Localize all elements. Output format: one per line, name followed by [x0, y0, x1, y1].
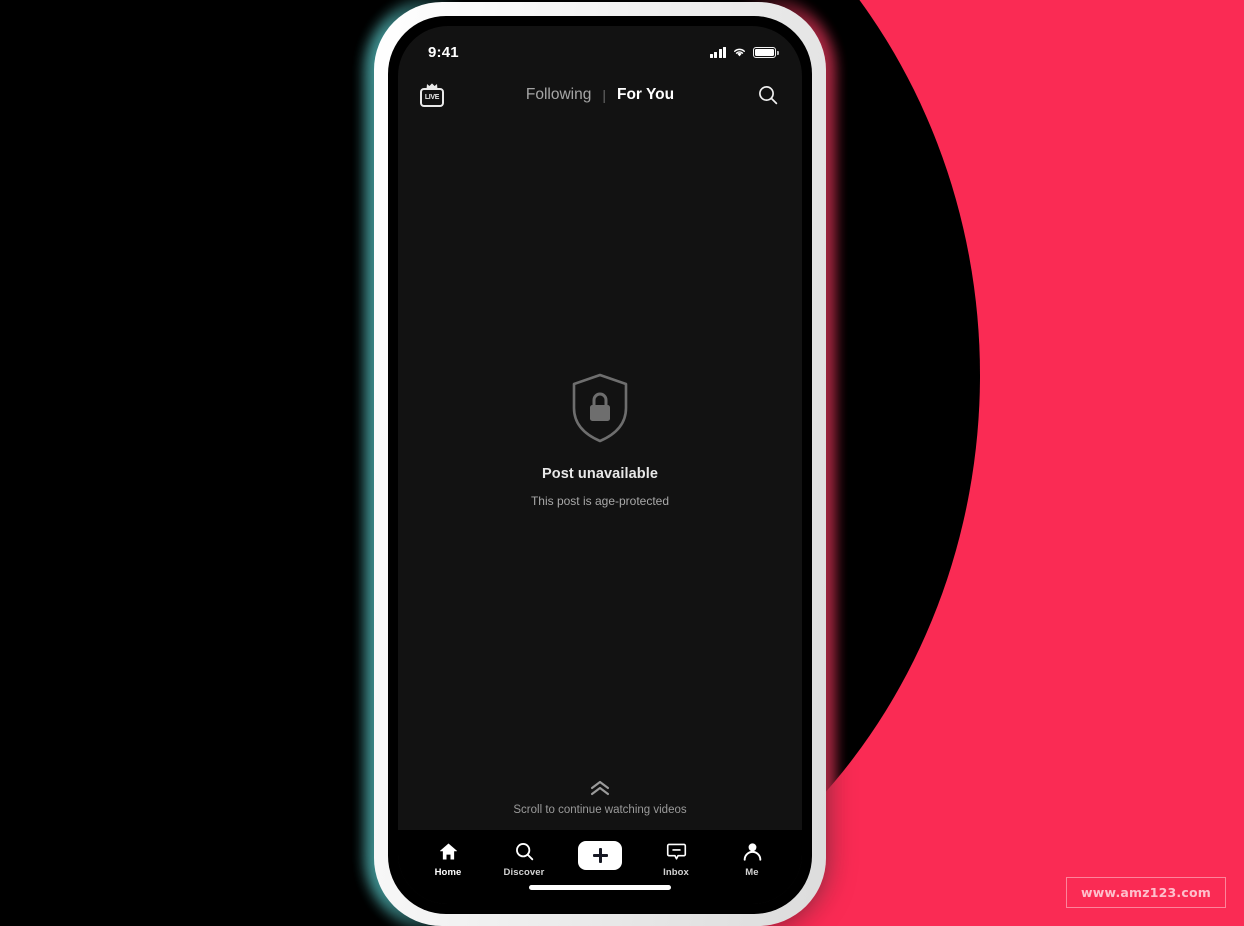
wifi-icon: [734, 48, 745, 57]
bottom-navigation-bar: Home Discover Inbox Me: [398, 830, 802, 904]
nav-label-discover: Discover: [503, 867, 545, 878]
battery-full-icon: [753, 46, 779, 58]
shield-lock-icon: [572, 373, 628, 443]
feed-tabs: Following | For You: [526, 86, 674, 104]
create-plus-icon[interactable]: [574, 841, 626, 870]
scroll-hint-label: Scroll to continue watching videos: [513, 804, 687, 816]
cellular-signal-icon: [709, 46, 726, 58]
nav-item-me[interactable]: Me: [720, 840, 784, 878]
post-unavailable-block: Post unavailable This post is age-protec…: [398, 372, 802, 508]
home-icon: [438, 840, 459, 862]
live-badge-label: LIVE: [424, 94, 440, 101]
tab-for-you[interactable]: For You: [617, 86, 674, 104]
post-unavailable-title: Post unavailable: [541, 466, 659, 482]
screenshot-canvas: 9:41 LIVE Following | For You Post unava…: [0, 0, 1244, 926]
watermark: www.amz123.com: [1066, 877, 1226, 908]
app-header: LIVE Following | For You: [398, 70, 802, 120]
nav-label-home: Home: [434, 867, 462, 878]
tab-following[interactable]: Following: [526, 86, 591, 104]
nav-label-inbox: Inbox: [663, 867, 689, 878]
search-glyph: [759, 86, 778, 105]
live-badge-box: LIVE: [420, 88, 444, 107]
live-badge-icon[interactable]: LIVE: [420, 83, 444, 107]
post-unavailable-subtitle: This post is age-protected: [530, 494, 670, 508]
home-indicator: [529, 885, 671, 890]
status-bar-time: 9:41: [428, 43, 459, 61]
status-bar-icons: [709, 46, 779, 58]
phone-mockup: 9:41 LIVE Following | For You Post unava…: [362, 0, 838, 926]
nav-label-me: Me: [745, 867, 759, 878]
tab-separator: |: [602, 87, 606, 103]
inbox-message-icon: [666, 840, 687, 862]
feed-content: Post unavailable This post is age-protec…: [398, 120, 802, 830]
plus-glyph: [592, 848, 608, 863]
double-chevron-up-icon: [590, 780, 610, 796]
status-bar: 9:41: [398, 26, 802, 70]
nav-item-inbox[interactable]: Inbox: [644, 840, 708, 878]
scroll-hint: Scroll to continue watching videos: [398, 780, 802, 816]
phone-screen: 9:41 LIVE Following | For You Post unava…: [398, 26, 802, 904]
nav-item-create[interactable]: [568, 840, 632, 870]
search-icon: [514, 840, 535, 862]
nav-item-discover[interactable]: Discover: [492, 840, 556, 878]
nav-item-home[interactable]: Home: [416, 840, 480, 878]
person-icon: [742, 840, 763, 862]
search-icon[interactable]: [756, 83, 780, 107]
